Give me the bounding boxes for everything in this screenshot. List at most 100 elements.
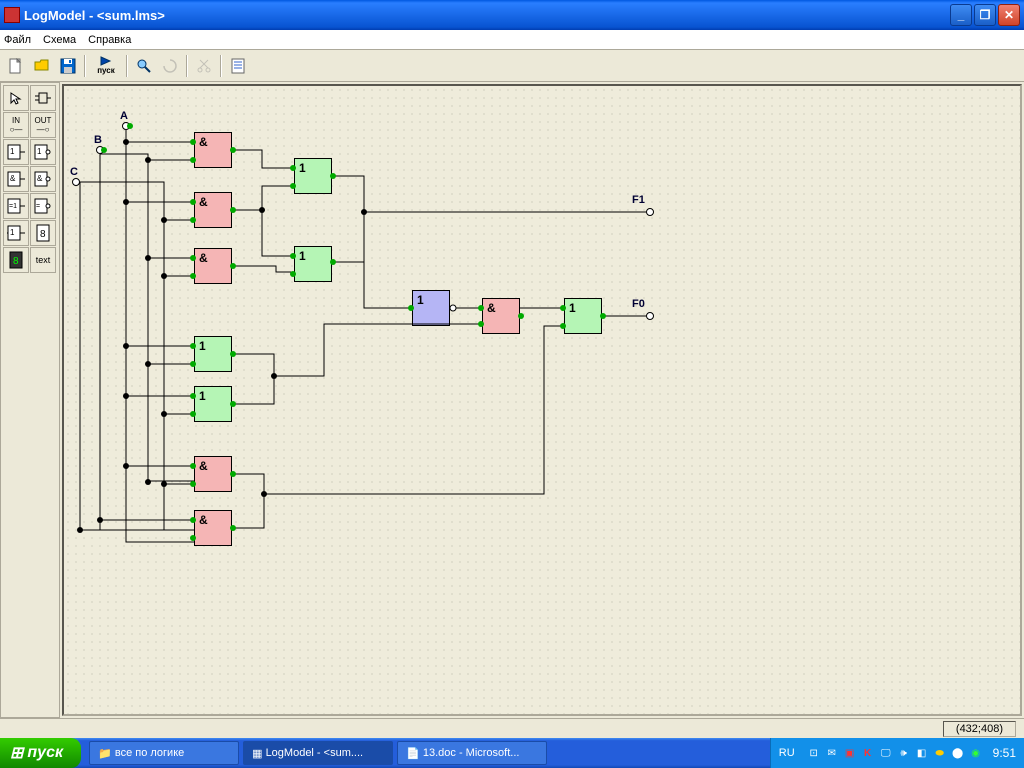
tray-icon[interactable]: ✉ [825,746,839,760]
app-icon: ▦ [252,747,262,760]
cut-icon [196,58,212,74]
open-button[interactable] [30,54,54,78]
cut-button [192,54,216,78]
list-button[interactable] [226,54,250,78]
list-icon [230,58,246,74]
tool-or-gate[interactable]: 1 [3,139,29,165]
out-label: OUT [35,116,52,125]
gate-or-4[interactable]: 1 [194,386,232,422]
tray-icon[interactable]: 🕪 [897,746,911,760]
folder-open-icon [34,58,50,74]
new-file-icon [8,58,24,74]
canvas-area[interactable]: A B C F1 F0 & & & & & & 1 1 1 1 1 1 [62,84,1022,716]
save-button[interactable] [56,54,80,78]
output-f1-label: F1 [632,194,645,206]
menu-help[interactable]: Справка [88,34,131,46]
tray-icon[interactable]: ⬬ [933,746,947,760]
gate-and-4[interactable]: & [194,456,232,492]
menubar: Файл Схема Справка [0,30,1024,50]
svg-text:&: & [10,174,16,183]
gate-or-1[interactable]: 1 [294,158,332,194]
svg-text:&: & [37,174,43,183]
run-button[interactable]: пуск [90,54,122,78]
task-logmodel[interactable]: ▦ LogModel - <sum.... [243,741,393,765]
folder-icon: 📁 [98,747,112,760]
task-folder[interactable]: 📁 все по логике [89,741,239,765]
output-f1-port[interactable] [646,208,654,216]
svg-text:1: 1 [37,147,42,156]
menu-scheme[interactable]: Схема [43,34,76,46]
tray-icon[interactable]: ⊡ [807,746,821,760]
clock[interactable]: 9:51 [993,746,1016,760]
gate-or-2[interactable]: 1 [294,246,332,282]
gate-and-6[interactable]: & [482,298,520,334]
gate-and-3[interactable]: & [194,248,232,284]
gate-not-1[interactable]: 1 [412,290,450,326]
tray-icon[interactable]: K [861,746,875,760]
app-icon [4,7,20,23]
output-f0-label: F0 [632,298,645,310]
tool-xor-gate[interactable]: =1 [3,193,29,219]
tool-text[interactable]: text [30,247,56,273]
close-button[interactable]: ✕ [998,4,1020,26]
tray-icon[interactable]: ▣ [843,746,857,760]
statusbar: (432;408) [0,718,1024,738]
tool-not-gate[interactable]: 1 [30,139,56,165]
task-word[interactable]: 📄 13.doc - Microsoft... [397,741,547,765]
pointer-icon [9,91,23,105]
task-label: LogModel - <sum.... [266,747,364,759]
maximize-button[interactable]: ❐ [974,4,996,26]
tool-buffer[interactable]: 1 [3,220,29,246]
tool-nand-gate[interactable]: & [30,166,56,192]
gate-and-5[interactable]: & [194,510,232,546]
toolbox: IN○— OUT—○ 1 1 & & =1 = 1 8 8 text [0,82,60,718]
lang-indicator[interactable]: RU [779,747,795,759]
zoom-button[interactable] [132,54,156,78]
input-a-label: A [120,110,128,122]
zoom-icon [136,58,152,74]
tool-element[interactable] [30,85,56,111]
tool-display-old[interactable]: 8 [30,220,56,246]
tool-xnor-gate[interactable]: = [30,193,56,219]
gate-and-2[interactable]: & [194,192,232,228]
menu-file[interactable]: Файл [4,34,31,46]
svg-text:1: 1 [10,228,15,237]
svg-text:8: 8 [13,256,19,267]
tray-icon[interactable]: ⬤ [951,746,965,760]
system-tray: RU ⊡ ✉ ▣ K 🖵 🕪 ◧ ⬬ ⬤ ◉ 9:51 [770,738,1024,768]
output-f0-port[interactable] [646,312,654,320]
tool-output[interactable]: OUT—○ [30,112,56,138]
tray-icon[interactable]: ◧ [915,746,929,760]
input-c-port[interactable] [72,178,80,186]
gate-or-5[interactable]: 1 [564,298,602,334]
svg-text:8: 8 [40,229,46,240]
refresh-button [158,54,182,78]
input-c-label: C [70,166,78,178]
gate-or-3[interactable]: 1 [194,336,232,372]
titlebar: LogModel - <sum.lms> _ ❐ ✕ [0,0,1024,30]
tool-input[interactable]: IN○— [3,112,29,138]
minimize-button[interactable]: _ [950,4,972,26]
window-title: LogModel - <sum.lms> [24,8,950,23]
task-label: 13.doc - Microsoft... [423,747,520,759]
play-icon [99,56,113,66]
tool-and-gate[interactable]: & [3,166,29,192]
word-icon: 📄 [406,747,420,760]
element-icon [35,90,51,106]
gate-and-1[interactable]: & [194,132,232,168]
tray-icon[interactable]: ◉ [969,746,983,760]
toolbar: пуск [0,50,1024,82]
svg-text:=1: =1 [9,203,17,210]
start-button[interactable]: ⊞пуск [0,738,81,768]
tool-display[interactable]: 8 [3,247,29,273]
in-label: IN [12,116,20,125]
status-coords: (432;408) [943,721,1016,737]
new-button[interactable] [4,54,28,78]
taskbar: ⊞пуск 📁 все по логике ▦ LogModel - <sum.… [0,738,1024,768]
refresh-icon [162,58,178,74]
start-label: пуск [27,744,63,762]
tool-pointer[interactable] [3,85,29,111]
svg-text:=: = [36,203,40,210]
circuit-canvas[interactable]: A B C F1 F0 & & & & & & 1 1 1 1 1 1 [64,86,1020,714]
tray-icon[interactable]: 🖵 [879,746,893,760]
